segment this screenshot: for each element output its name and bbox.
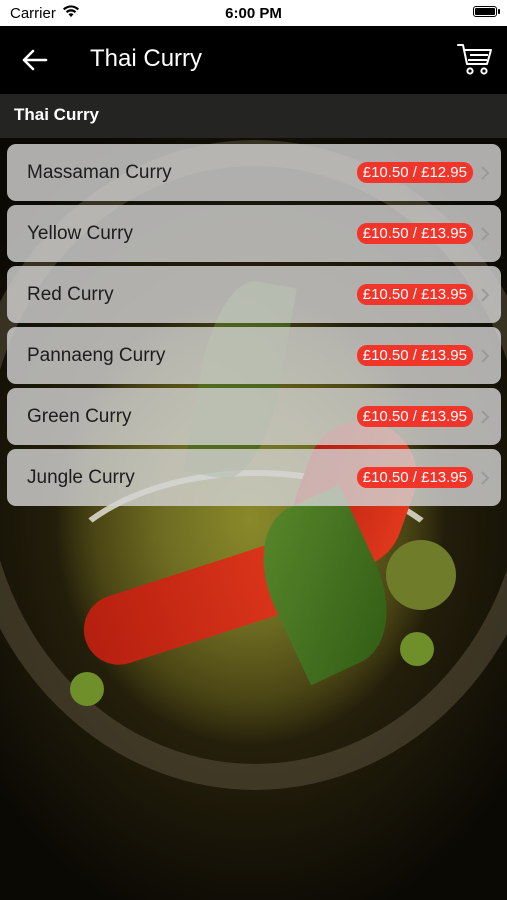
status-bar: Carrier 6:00 PM xyxy=(0,0,507,26)
chevron-right-icon xyxy=(481,349,490,363)
pea xyxy=(400,632,434,666)
price-badge: £10.50 / £13.95 xyxy=(356,406,473,427)
price-badge: £10.50 / £13.95 xyxy=(356,223,473,244)
section-label: Thai Curry xyxy=(14,105,100,124)
page-title: Thai Curry xyxy=(90,45,203,72)
status-time: 6:00 PM xyxy=(225,5,282,22)
price-badge: £10.50 / £13.95 xyxy=(356,284,473,305)
item-name: Yellow Curry xyxy=(27,223,133,244)
list-item-massaman-curry[interactable]: Massaman Curry £10.50 / £12.95 xyxy=(7,144,501,201)
battery-tip xyxy=(498,9,500,14)
menu-list: Massaman Curry £10.50 / £12.95 Yellow Cu… xyxy=(7,144,501,510)
list-item-pannaeng-curry[interactable]: Pannaeng Curry £10.50 / £13.95 xyxy=(7,327,501,384)
arrow-left-icon[interactable] xyxy=(20,46,50,74)
pea xyxy=(70,672,104,706)
price-badge: £10.50 / £12.95 xyxy=(356,162,473,183)
cart-icon[interactable] xyxy=(457,42,493,76)
list-item-green-curry[interactable]: Green Curry £10.50 / £13.95 xyxy=(7,388,501,445)
chevron-right-icon xyxy=(481,471,490,485)
battery-icon xyxy=(473,6,497,17)
list-item-jungle-curry[interactable]: Jungle Curry £10.50 / £13.95 xyxy=(7,449,501,506)
chevron-right-icon xyxy=(481,410,490,424)
nav-bar: Thai Curry xyxy=(0,26,507,94)
item-name: Massaman Curry xyxy=(27,162,172,183)
item-name: Pannaeng Curry xyxy=(27,345,166,366)
eggplant xyxy=(386,540,456,610)
list-item-yellow-curry[interactable]: Yellow Curry £10.50 / £13.95 xyxy=(7,205,501,262)
item-name: Jungle Curry xyxy=(27,467,135,488)
item-name: Red Curry xyxy=(27,284,114,305)
list-item-red-curry[interactable]: Red Curry £10.50 / £13.95 xyxy=(7,266,501,323)
chevron-right-icon xyxy=(481,288,490,302)
item-name: Green Curry xyxy=(27,406,132,427)
chevron-right-icon xyxy=(481,166,490,180)
section-header: Thai Curry xyxy=(0,94,507,138)
price-badge: £10.50 / £13.95 xyxy=(356,345,473,366)
price-badge: £10.50 / £13.95 xyxy=(356,467,473,488)
chevron-right-icon xyxy=(481,227,490,241)
